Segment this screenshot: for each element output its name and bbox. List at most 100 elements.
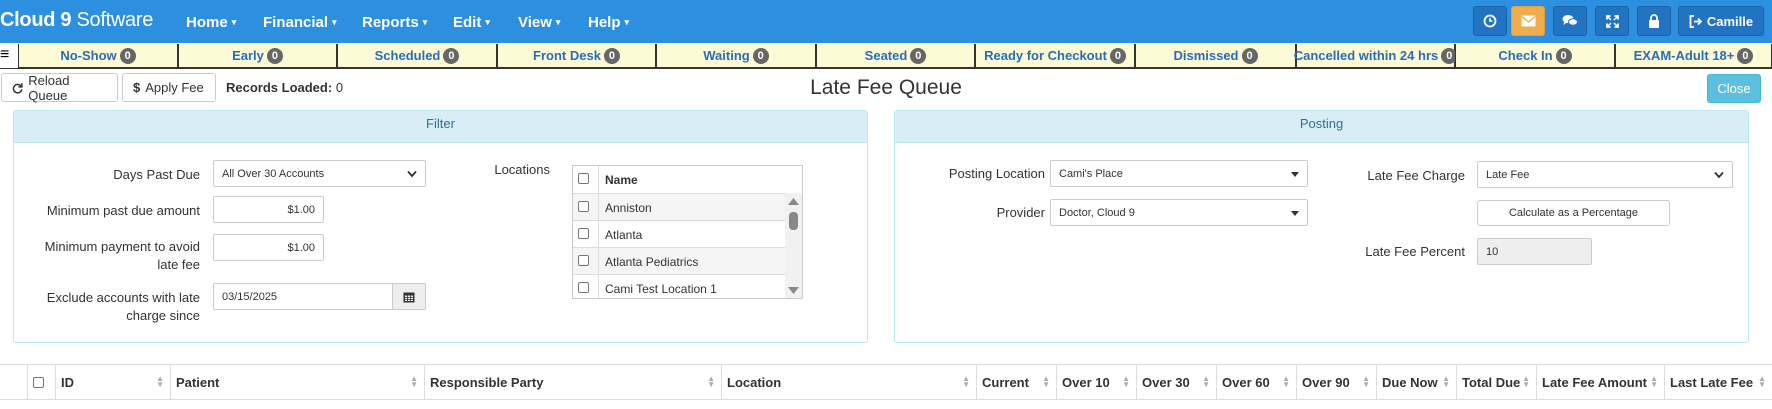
location-row[interactable]: Atlanta <box>573 220 785 248</box>
user-menu-button[interactable]: Camille <box>1678 6 1764 36</box>
exclude-accounts-label: Exclude accounts with late charge since <box>46 290 200 323</box>
sort-icon: ▲ ▼ <box>962 374 970 389</box>
location-checkbox[interactable] <box>578 228 589 239</box>
status-tab-ready-for-checkout[interactable]: Ready for Checkout 0 <box>975 44 1135 68</box>
locations-label: Locations <box>494 162 550 177</box>
menu-reports[interactable]: Reports ▾ <box>362 14 427 31</box>
late-fee-charge-label: Late Fee Charge <box>1367 168 1465 183</box>
chevron-down-icon: ▾ <box>485 17 490 27</box>
expand-icon <box>1605 14 1619 28</box>
menu-home[interactable]: Home ▾ <box>186 14 236 31</box>
chevron-down-icon <box>1714 171 1724 179</box>
column-header-id[interactable]: ID ▲ ▼ <box>55 364 170 400</box>
column-header-responsible-party[interactable]: Responsible Party ▲ ▼ <box>424 364 721 400</box>
late-fee-charge-select[interactable]: Late Fee <box>1477 161 1733 188</box>
late-fee-percent-input[interactable]: 10 <box>1477 238 1592 265</box>
status-tab-seated[interactable]: Seated 0 <box>816 44 975 68</box>
posting-panel-title: Posting <box>895 111 1748 143</box>
min-payment-label: Minimum payment to avoid late fee <box>44 239 200 272</box>
posting-panel: Posting <box>894 110 1749 343</box>
status-tab-early[interactable]: Early 0 <box>178 44 337 68</box>
location-row[interactable]: Anniston <box>573 193 785 221</box>
posting-location-select[interactable]: Cami's Place <box>1050 160 1308 187</box>
status-tab-scheduled[interactable]: Scheduled 0 <box>337 44 497 68</box>
locations-list[interactable]: Name Anniston Atlanta Atlanta Pediatrics… <box>572 165 803 299</box>
status-tab-dismissed[interactable]: Dismissed 0 <box>1135 44 1296 68</box>
close-button[interactable]: Close <box>1707 74 1761 103</box>
history-button[interactable] <box>1473 6 1507 36</box>
column-header-over-90[interactable]: Over 90 ▲ ▼ <box>1296 364 1376 400</box>
status-tab-no-show[interactable]: No-Show 0 <box>18 44 178 68</box>
column-header-total-due[interactable]: Total Due ▲ ▼ <box>1456 364 1536 400</box>
chat-icon <box>1562 15 1578 26</box>
column-header-over-10[interactable]: Over 10 ▲ ▼ <box>1056 364 1136 400</box>
menu-financial[interactable]: Financial ▾ <box>263 14 337 31</box>
chevron-down-icon: ▾ <box>555 17 561 27</box>
sign-out-icon <box>1689 14 1703 28</box>
scroll-up-icon[interactable] <box>785 195 802 207</box>
column-header-location[interactable]: Location ▲ ▼ <box>721 364 976 400</box>
menu-view[interactable]: View ▾ <box>518 14 560 31</box>
select-all-checkbox[interactable] <box>578 173 589 184</box>
min-past-due-label: Minimum past due amount <box>46 203 200 218</box>
status-tab-cancelled-within-24-hrs[interactable]: Cancelled within 24 hrs 0 <box>1294 44 1458 68</box>
location-row[interactable]: Atlanta Pediatrics <box>573 247 785 275</box>
count-badge: 0 <box>1109 47 1126 64</box>
min-payment-input[interactable]: $1.00 <box>213 234 324 261</box>
days-past-due-label: Days Past Due <box>113 167 200 182</box>
column-header-due-now[interactable]: Due Now ▲ ▼ <box>1376 364 1456 400</box>
status-tab-front-desk[interactable]: Front Desk 0 <box>497 44 656 68</box>
chat-button[interactable] <box>1553 6 1587 36</box>
sort-icon: ▲ ▼ <box>707 374 715 389</box>
sort-icon: ▲ ▼ <box>1442 374 1450 389</box>
column-header-last-late-fee[interactable]: Last Late Fee ▲ ▼ <box>1664 364 1772 400</box>
chevron-down-icon <box>407 170 417 178</box>
column-header-patient[interactable]: Patient ▲ ▼ <box>170 364 424 400</box>
location-checkbox[interactable] <box>578 201 589 212</box>
sort-icon: ▲ ▼ <box>1202 374 1210 389</box>
count-badge: 0 <box>1555 47 1572 64</box>
page-title: Late Fee Queue <box>810 76 962 99</box>
count-badge: 0 <box>1241 47 1258 64</box>
hamburger-icon[interactable]: ≡ <box>0 46 14 64</box>
sort-icon: ▲ ▼ <box>410 374 418 389</box>
filter-panel-title: Filter <box>14 111 867 143</box>
location-checkbox[interactable] <box>578 255 589 266</box>
scrollbar-thumb[interactable] <box>789 212 798 230</box>
status-tab-waiting[interactable]: Waiting 0 <box>656 44 816 68</box>
days-past-due-select[interactable]: All Over 30 Accounts <box>213 160 426 187</box>
status-tab-exam-adult[interactable]: EXAM-Adult 18+ 0 <box>1615 44 1772 68</box>
location-checkbox[interactable] <box>578 282 589 293</box>
chevron-down-icon: ▾ <box>332 17 337 27</box>
posting-location-label: Posting Location <box>948 166 1045 181</box>
lock-button[interactable] <box>1637 6 1671 36</box>
mail-button[interactable] <box>1511 6 1545 36</box>
menu-help[interactable]: Help ▾ <box>588 14 629 31</box>
column-header-over-30[interactable]: Over 30 ▲ ▼ <box>1136 364 1216 400</box>
status-tab-check-in[interactable]: Check In 0 <box>1455 44 1615 68</box>
scroll-down-icon[interactable] <box>785 285 802 297</box>
location-row[interactable]: Cami Test Location 1 <box>573 274 785 298</box>
count-badge: 0 <box>1737 47 1754 64</box>
sort-icon: ▲ ▼ <box>1362 374 1370 389</box>
late-fee-percent-label: Late Fee Percent <box>1365 244 1465 259</box>
menu-edit[interactable]: Edit ▾ <box>453 14 490 31</box>
calculate-percentage-button[interactable]: Calculate as a Percentage <box>1477 200 1670 226</box>
clock-icon <box>1483 14 1497 28</box>
count-badge: 0 <box>752 47 769 64</box>
sort-icon: ▲ ▼ <box>1522 374 1530 389</box>
select-all-rows-checkbox[interactable] <box>33 377 44 388</box>
locations-header: Name <box>573 166 785 193</box>
locations-scrollbar[interactable] <box>785 193 802 298</box>
column-header-late-fee-amount[interactable]: Late Fee Amount ▲ ▼ <box>1536 364 1664 400</box>
column-header-over-60[interactable]: Over 60 ▲ ▼ <box>1216 364 1296 400</box>
calendar-button[interactable] <box>392 283 426 310</box>
brand-logo[interactable]: Cloud 9 Software <box>0 9 153 32</box>
user-name: Camille <box>1706 13 1754 29</box>
column-header-current[interactable]: Current ▲ ▼ <box>976 364 1056 400</box>
provider-select[interactable]: Doctor, Cloud 9 <box>1050 199 1308 226</box>
fullscreen-button[interactable] <box>1595 6 1629 36</box>
exclude-date-input[interactable]: 03/15/2025 <box>213 283 393 310</box>
count-badge: 0 <box>603 47 620 64</box>
min-past-due-input[interactable]: $1.00 <box>213 196 324 223</box>
